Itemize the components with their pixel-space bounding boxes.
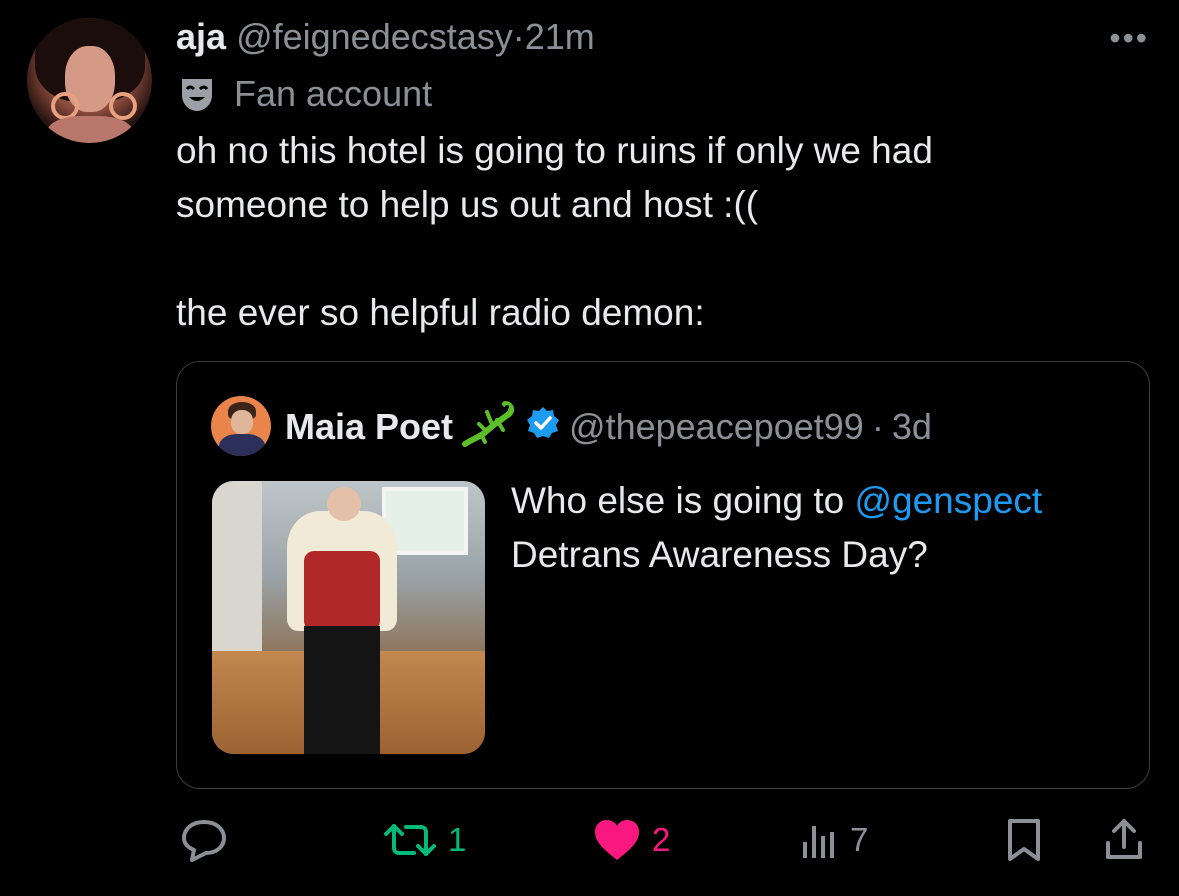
retweet-count: 1 (448, 821, 467, 858)
action-bar: 1 2 7 (0, 805, 1179, 875)
tweet-text-line: someone to help us out and host :(( (176, 184, 759, 225)
bookmark-button[interactable] (1004, 805, 1044, 875)
avatar-earring (109, 92, 137, 120)
tweet-body: oh no this hotel is going to ruins if on… (176, 124, 1136, 340)
mention-link[interactable]: @genspect (854, 480, 1042, 521)
like-button[interactable]: 2 (592, 805, 670, 875)
quoted-tweet-header: Maia Poet @thepeacepoet99 · 3d (285, 400, 932, 452)
share-button[interactable] (1102, 805, 1146, 875)
lizard-icon (461, 398, 517, 457)
author-avatar[interactable] (27, 18, 152, 143)
tweet-text-line: the ever so helpful radio demon: (176, 292, 705, 333)
badge-label: Fan account (234, 73, 433, 114)
tweet-text-line: oh no this hotel is going to ruins if on… (176, 130, 933, 171)
quoted-text: Who else is going to (511, 480, 855, 521)
share-icon (1102, 817, 1146, 863)
tweet-time[interactable]: 21m (525, 16, 595, 57)
views-count: 7 (850, 821, 869, 858)
author-name[interactable]: aja (176, 16, 226, 57)
author-handle[interactable]: @feignedecstasy (236, 16, 513, 57)
separator-dot: · (512, 16, 525, 57)
quoted-tweet-body: Who else is going to @genspect Detrans A… (511, 474, 1131, 582)
views-icon (800, 820, 840, 860)
reply-button[interactable] (178, 805, 240, 875)
fan-account-label: Fan account (178, 72, 432, 116)
separator-dot: · (871, 406, 884, 447)
quoted-text: Detrans Awareness Day? (511, 534, 928, 575)
heart-icon (592, 818, 642, 862)
quoted-author-handle[interactable]: @thepeacepoet99 (569, 406, 864, 448)
reply-icon (178, 816, 230, 864)
quoted-tweet-photo[interactable] (212, 481, 485, 754)
quoted-tweet[interactable]: Maia Poet @thepeacepoet99 · 3d Who else is… (176, 361, 1150, 789)
more-options-icon[interactable]: ••• (1109, 20, 1149, 57)
quoted-author-name[interactable]: Maia Poet (285, 406, 453, 448)
quoted-author-avatar[interactable] (211, 396, 271, 456)
views-button[interactable]: 7 (800, 805, 868, 875)
quoted-tweet-time[interactable]: 3d (892, 406, 932, 448)
bookmark-icon (1004, 817, 1044, 863)
theater-mask-icon (178, 75, 216, 113)
retweet-icon (382, 820, 438, 860)
verified-badge-icon (525, 405, 561, 450)
like-count: 2 (652, 821, 671, 858)
avatar-shoulders (47, 116, 133, 143)
tweet-header: aja @feignedecstasy·21m (176, 14, 595, 60)
retweet-button[interactable]: 1 (382, 805, 466, 875)
